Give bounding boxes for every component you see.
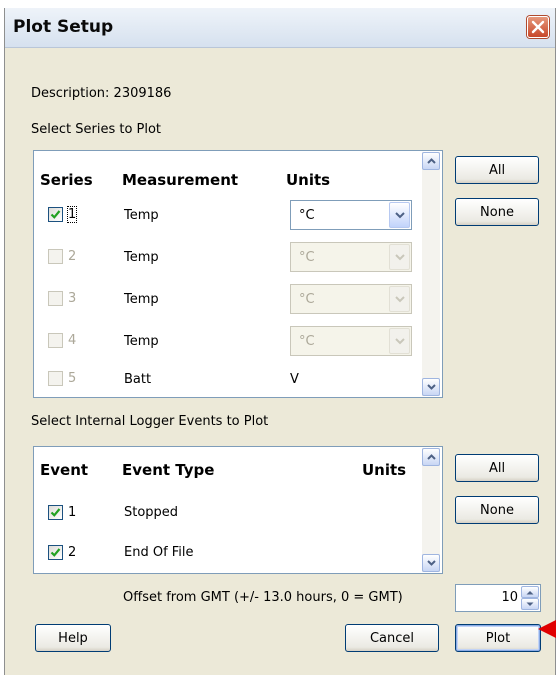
series-scrollbar[interactable] — [422, 152, 440, 396]
scroll-down-button[interactable] — [422, 554, 440, 572]
event-1-number: 1 — [68, 505, 77, 520]
gmt-offset-spinner[interactable]: 10 — [455, 584, 541, 612]
checkmark-icon — [50, 508, 61, 517]
cancel-button[interactable]: Cancel — [345, 624, 439, 652]
series-3-measurement: Temp — [124, 292, 159, 307]
series-1-units-select[interactable]: °C — [290, 200, 412, 230]
event-type-column-header: Event Type — [122, 461, 215, 479]
chevron-up-icon — [526, 590, 534, 594]
series-1-number: 1 — [66, 206, 78, 223]
event-2-type: End Of File — [124, 545, 194, 560]
series-1-units-value: °C — [299, 208, 315, 223]
series-column-header: Series — [40, 171, 93, 189]
event-units-column-header: Units — [362, 461, 407, 479]
series-5-checkbox[interactable] — [48, 371, 63, 386]
plot-setup-dialog: Plot Setup Description: 2309186 Select S… — [4, 8, 556, 675]
series-4-units-value: °C — [299, 334, 315, 349]
plot-button[interactable]: Plot — [455, 624, 541, 652]
series-2-checkbox[interactable] — [48, 249, 63, 264]
gmt-offset-label: Offset from GMT (+/- 13.0 hours, 0 = GMT… — [123, 590, 403, 605]
series-2-number: 2 — [68, 249, 77, 264]
chevron-down-icon — [394, 211, 405, 218]
dropdown-button[interactable] — [389, 244, 410, 270]
chevron-down-icon — [394, 337, 405, 344]
series-2-measurement: Temp — [124, 250, 159, 265]
events-list: Event Event Type Units 1 Stopped 2 End O… — [33, 446, 443, 574]
event-1-type: Stopped — [124, 505, 179, 520]
series-4-checkbox[interactable] — [48, 333, 63, 348]
series-5-measurement: Batt — [124, 372, 152, 387]
close-icon — [531, 20, 545, 34]
series-all-button[interactable]: All — [455, 156, 539, 184]
gmt-offset-value: 10 — [501, 590, 518, 605]
dropdown-button[interactable] — [389, 328, 410, 354]
chevron-up-icon — [426, 158, 436, 164]
chevron-down-icon — [394, 295, 405, 302]
series-5-number: 5 — [68, 371, 77, 386]
spin-up-button[interactable] — [521, 586, 539, 598]
series-4-measurement: Temp — [124, 334, 159, 349]
description-label: Description: 2309186 — [31, 86, 172, 101]
chevron-down-icon — [526, 602, 534, 606]
dropdown-button[interactable] — [389, 286, 410, 312]
event-2-number: 2 — [68, 545, 77, 560]
chevron-up-icon — [426, 454, 436, 460]
chevron-down-icon — [426, 384, 436, 390]
units-column-header: Units — [286, 171, 331, 189]
series-1-checkbox[interactable] — [48, 207, 63, 222]
series-3-units-value: °C — [299, 292, 315, 307]
dialog-title: Plot Setup — [13, 17, 114, 37]
series-4-units-select[interactable]: °C — [290, 326, 412, 356]
series-1-measurement: Temp — [124, 208, 159, 223]
checkmark-icon — [50, 548, 61, 557]
series-5-units: V — [290, 372, 299, 387]
event-2-checkbox[interactable] — [48, 545, 63, 560]
chevron-down-icon — [394, 253, 405, 260]
series-3-units-select[interactable]: °C — [290, 284, 412, 314]
chevron-down-icon — [426, 560, 436, 566]
series-none-button[interactable]: None — [455, 198, 539, 226]
event-1-checkbox[interactable] — [48, 505, 63, 520]
scroll-down-button[interactable] — [422, 378, 440, 396]
red-arrow-pointer-icon — [538, 620, 556, 638]
scroll-up-button[interactable] — [422, 448, 440, 466]
spin-down-button[interactable] — [521, 598, 539, 610]
dropdown-button[interactable] — [389, 202, 410, 228]
event-column-header: Event — [40, 461, 89, 479]
close-button[interactable] — [527, 16, 549, 38]
series-3-checkbox[interactable] — [48, 291, 63, 306]
events-scrollbar[interactable] — [422, 448, 440, 572]
events-none-button[interactable]: None — [455, 496, 539, 524]
measurement-column-header: Measurement — [122, 171, 239, 189]
help-button[interactable]: Help — [35, 624, 111, 652]
title-bar[interactable]: Plot Setup — [5, 8, 555, 48]
checkmark-icon — [50, 210, 61, 219]
events-all-button[interactable]: All — [455, 454, 539, 482]
events-section-heading: Select Internal Logger Events to Plot — [31, 414, 269, 429]
series-list: Series Measurement Units 1 Temp °C 2 Tem… — [33, 150, 443, 398]
series-2-units-value: °C — [299, 250, 315, 265]
scroll-up-button[interactable] — [422, 152, 440, 170]
series-section-heading: Select Series to Plot — [31, 122, 162, 137]
series-3-number: 3 — [68, 291, 77, 306]
series-4-number: 4 — [68, 333, 77, 348]
series-2-units-select[interactable]: °C — [290, 242, 412, 272]
